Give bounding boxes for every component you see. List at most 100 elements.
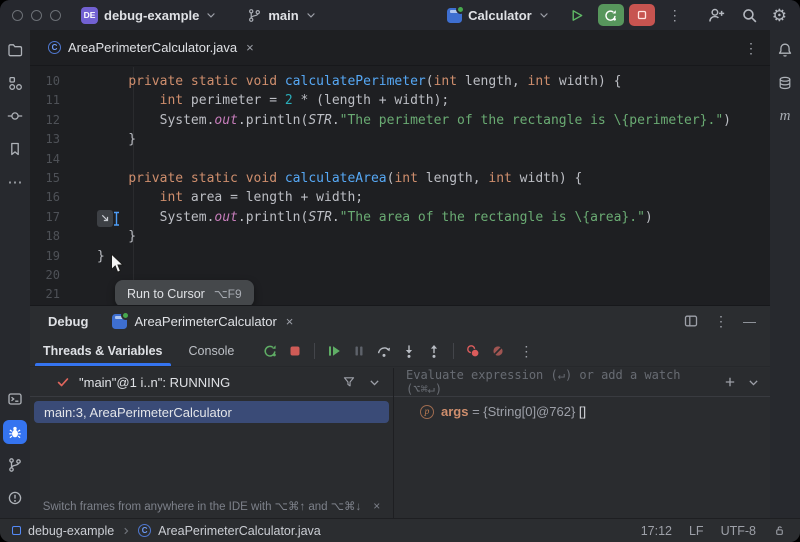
run-config-widget[interactable]: Calculator xyxy=(447,8,550,23)
zoom-window-button[interactable] xyxy=(50,10,61,21)
project-widget[interactable]: DE debug-example xyxy=(81,7,217,24)
thread-selector-row[interactable]: "main"@1 i..n": RUNNING xyxy=(30,368,393,397)
debug-tool-window-icon[interactable] xyxy=(3,420,27,444)
tooltip-label: Run to Cursor xyxy=(127,287,205,301)
problems-icon[interactable] xyxy=(3,486,27,510)
frames-pane: "main"@1 i..n": RUNNING main:3, AreaPeri… xyxy=(30,368,393,518)
code-line[interactable]: 17 System.out.println(STR."The area of t… xyxy=(30,208,770,227)
code-line[interactable]: 15 private static void calculateArea(int… xyxy=(30,169,770,188)
ide-window: DE debug-example main Calculator xyxy=(0,0,800,542)
more-actions-button[interactable]: ⋮ xyxy=(668,8,682,22)
code-line[interactable]: 11 int perimeter = 2 * (length + width); xyxy=(30,91,770,110)
bookmarks-icon[interactable] xyxy=(3,137,27,161)
layout-settings-icon[interactable] xyxy=(683,313,699,329)
chevron-down-icon xyxy=(538,9,550,21)
title-bar: DE debug-example main Calculator xyxy=(0,0,800,30)
hide-panel-icon[interactable]: — xyxy=(743,314,756,329)
project-badge: DE xyxy=(81,7,98,24)
maven-icon[interactable]: m xyxy=(773,104,797,128)
stack-frame-row-selected[interactable]: main:3, AreaPerimeterCalculator xyxy=(34,401,389,423)
variables-pane: Evaluate expression (↵) or add a watch (… xyxy=(394,368,770,518)
step-into-icon[interactable] xyxy=(399,341,419,361)
search-icon[interactable] xyxy=(741,7,758,24)
code-text: private static void calculateArea(int le… xyxy=(97,169,582,188)
code-line[interactable]: 14 xyxy=(30,150,770,169)
variable-text: args = {String[0]@762} [] xyxy=(441,404,586,419)
settings-gear-icon[interactable]: ⚙ xyxy=(772,7,787,24)
close-tab-icon[interactable]: × xyxy=(246,41,254,54)
editor-tab[interactable]: C AreaPerimeterCalculator.java × xyxy=(30,30,266,65)
close-session-icon[interactable]: × xyxy=(286,315,294,328)
stop-button[interactable] xyxy=(629,4,655,26)
mute-breakpoints-icon[interactable] xyxy=(488,341,508,361)
tab-console[interactable]: Console xyxy=(181,336,243,366)
java-class-icon: C xyxy=(138,524,151,537)
breadcrumb-file[interactable]: AreaPerimeterCalculator.java xyxy=(158,524,321,538)
mouse-cursor xyxy=(110,253,126,275)
line-number: 19 xyxy=(30,247,60,266)
branch-name: main xyxy=(268,8,298,23)
line-number: 17 xyxy=(30,208,60,227)
view-breakpoints-icon[interactable] xyxy=(463,341,483,361)
code-line[interactable]: 16 int area = length + width; xyxy=(30,188,770,207)
step-out-icon[interactable] xyxy=(424,341,444,361)
filter-icon[interactable] xyxy=(342,375,356,389)
step-over-icon[interactable] xyxy=(374,341,394,361)
minimize-window-button[interactable] xyxy=(31,10,42,21)
debug-panel-header: Debug AreaPerimeterCalculator × ⋮ — xyxy=(30,306,770,336)
run-to-cursor-gutter-icon[interactable] xyxy=(97,210,113,227)
line-number: 16 xyxy=(30,188,60,207)
variable-row-args[interactable]: p args = {String[0]@762} [] xyxy=(394,404,770,419)
tab-threads-variables[interactable]: Threads & Variables xyxy=(35,336,171,366)
notifications-bell-icon[interactable] xyxy=(773,38,797,62)
line-number: 18 xyxy=(30,227,60,246)
thread-status-check-icon xyxy=(56,375,70,389)
vcs-icon[interactable] xyxy=(3,453,27,477)
editor-pane: C AreaPerimeterCalculator.java × ⋮ 10 pr… xyxy=(30,30,770,305)
structure-icon[interactable] xyxy=(3,71,27,95)
file-encoding[interactable]: UTF-8 xyxy=(721,524,756,538)
add-user-icon[interactable] xyxy=(708,7,725,24)
project-folder-icon[interactable] xyxy=(3,38,27,62)
add-watch-icon[interactable] xyxy=(723,375,737,389)
branch-widget[interactable]: main xyxy=(247,8,316,23)
line-number: 10 xyxy=(30,72,60,91)
code-lines: 10 private static void calculatePerimete… xyxy=(30,72,770,305)
caret-position[interactable]: 17:12 xyxy=(641,524,672,538)
running-dot xyxy=(121,311,130,320)
code-line[interactable]: 13 } xyxy=(30,130,770,149)
database-icon[interactable] xyxy=(773,71,797,95)
close-window-button[interactable] xyxy=(12,10,23,21)
pause-icon[interactable] xyxy=(349,341,369,361)
resume-icon[interactable] xyxy=(324,341,344,361)
breadcrumb-project[interactable]: debug-example xyxy=(28,524,114,538)
toolbar-more-icon[interactable]: ⋮ xyxy=(519,344,533,358)
left-tool-stripe: ⋯ xyxy=(0,30,30,518)
editor-options-icon[interactable]: ⋮ xyxy=(744,41,758,55)
unlocked-icon[interactable] xyxy=(773,524,786,537)
play-icon xyxy=(569,8,584,23)
commit-icon[interactable] xyxy=(3,104,27,128)
rerun-icon[interactable] xyxy=(260,341,280,361)
code-line[interactable]: 10 private static void calculatePerimete… xyxy=(30,72,770,91)
chevron-down-icon[interactable] xyxy=(747,376,760,389)
chevron-down-icon[interactable] xyxy=(368,376,381,389)
code-area[interactable]: 10 private static void calculatePerimete… xyxy=(30,67,770,305)
stop-process-icon[interactable] xyxy=(285,341,305,361)
run-config-name: Calculator xyxy=(468,8,532,23)
more-tool-windows-icon[interactable]: ⋯ xyxy=(3,170,27,194)
terminal-icon[interactable] xyxy=(3,387,27,411)
evaluate-expression-row[interactable]: Evaluate expression (↵) or add a watch (… xyxy=(394,368,770,397)
code-line[interactable]: 18 } xyxy=(30,227,770,246)
debug-options-icon[interactable]: ⋮ xyxy=(714,314,728,328)
code-line[interactable]: 19} xyxy=(30,247,770,266)
rerun-debug-button[interactable] xyxy=(598,4,624,26)
debug-session-tab[interactable]: AreaPerimeterCalculator × xyxy=(112,314,293,329)
code-line[interactable]: 12 System.out.println(STR."The perimeter… xyxy=(30,111,770,130)
dismiss-hint-icon[interactable]: × xyxy=(373,499,380,513)
line-ending[interactable]: LF xyxy=(689,524,704,538)
code-text: private static void calculatePerimeter(i… xyxy=(97,72,621,91)
run-button[interactable] xyxy=(564,4,590,26)
right-tool-stripe: m xyxy=(770,30,800,518)
line-number: 12 xyxy=(30,111,60,130)
